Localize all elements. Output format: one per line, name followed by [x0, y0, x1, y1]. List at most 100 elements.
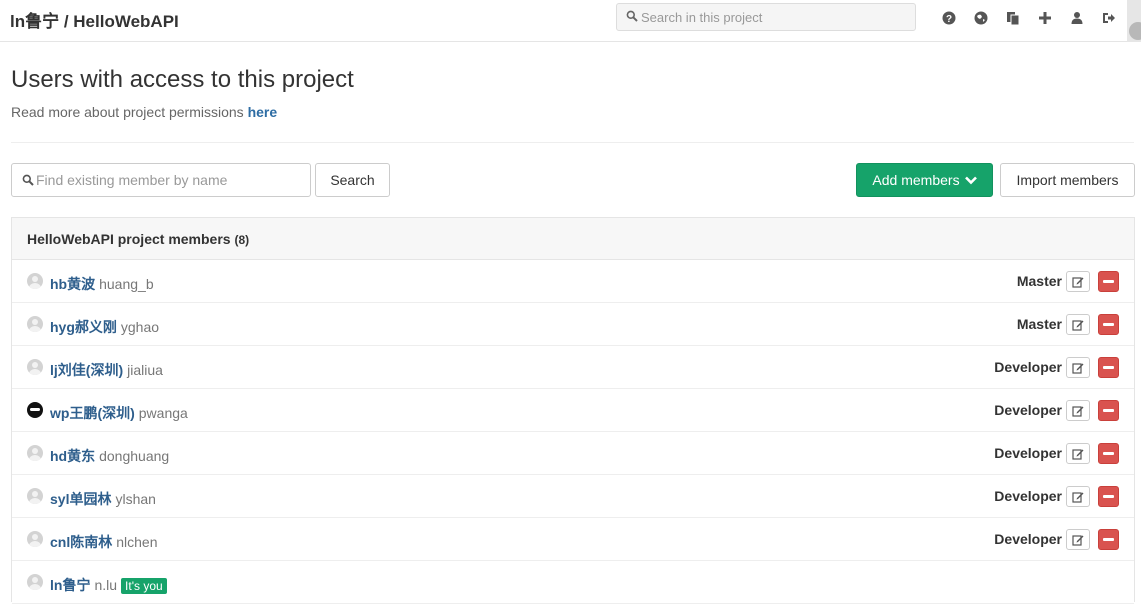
member-row: syl单园林 ylshan Developer [12, 475, 1134, 518]
remove-member-button[interactable] [1098, 400, 1119, 421]
member-role: Developer [994, 531, 1062, 547]
remove-member-button[interactable] [1098, 271, 1119, 292]
member-row: cnl陈南林 nlchen Developer [12, 518, 1134, 561]
avatar[interactable] [27, 359, 43, 375]
permissions-text: Read more about project permissions [11, 104, 244, 120]
member-filter-input[interactable] [36, 170, 306, 190]
member-name-block: ln鲁宁 n.lu It's you [50, 575, 167, 595]
snippets-icon[interactable] [997, 9, 1029, 27]
avatar[interactable] [27, 316, 43, 332]
member-username: n.lu [94, 577, 118, 593]
member-name-block: wp王鹏(深圳) pwanga [50, 403, 188, 423]
permissions-link[interactable]: here [248, 104, 278, 120]
member-username: huang_b [99, 276, 154, 292]
search-icon [22, 174, 34, 186]
member-filter-box[interactable] [11, 163, 311, 197]
minus-icon [1103, 409, 1114, 412]
remove-member-button[interactable] [1098, 314, 1119, 335]
edit-member-button[interactable] [1066, 400, 1090, 421]
search-icon [626, 10, 638, 22]
minus-icon [1103, 452, 1114, 455]
edit-member-button[interactable] [1066, 529, 1090, 550]
member-count: (8) [234, 233, 250, 247]
member-name-block: hd黄东 donghuang [50, 446, 169, 466]
member-name-block: hb黄波 huang_b [50, 274, 154, 294]
edit-member-button[interactable] [1066, 314, 1090, 335]
svg-text:?: ? [946, 14, 952, 25]
edit-icon [1072, 491, 1084, 503]
members-panel-title: HelloWebAPI project members [27, 231, 231, 247]
member-name-link[interactable]: syl单园林 [50, 491, 111, 507]
scrollbar[interactable] [1127, 0, 1141, 42]
members-panel-header: HelloWebAPI project members (8) [12, 218, 1134, 260]
edit-icon [1072, 362, 1084, 374]
edit-icon [1072, 534, 1084, 546]
member-row: wp王鹏(深圳) pwanga Developer [12, 389, 1134, 432]
member-row: hd黄东 donghuang Developer [12, 432, 1134, 475]
divider [11, 142, 1134, 143]
avatar[interactable] [27, 273, 43, 289]
member-row: ln鲁宁 n.lu It's you [12, 561, 1134, 604]
remove-member-button[interactable] [1098, 443, 1119, 464]
project-search-box[interactable] [616, 3, 916, 31]
remove-member-button[interactable] [1098, 357, 1119, 378]
minus-icon [1103, 280, 1114, 283]
member-role: Developer [994, 359, 1062, 375]
help-icon[interactable]: ? [933, 9, 965, 27]
member-name-block: cnl陈南林 nlchen [50, 532, 158, 552]
member-name-block: hyg郝义刚 yghao [50, 317, 159, 337]
minus-icon [1103, 538, 1114, 541]
its-you-badge: It's you [121, 578, 167, 594]
member-role: Developer [994, 402, 1062, 418]
edit-icon [1072, 319, 1084, 331]
edit-member-button[interactable] [1066, 357, 1090, 378]
member-name-block: lj刘佳(深圳) jialiua [50, 360, 163, 380]
member-row: lj刘佳(深圳) jialiua Developer [12, 346, 1134, 389]
member-name-link[interactable]: hd黄东 [50, 448, 95, 464]
member-name-link[interactable]: hyg郝义刚 [50, 319, 117, 335]
member-username: pwanga [138, 405, 188, 421]
member-name-link[interactable]: lj刘佳(深圳) [50, 362, 123, 378]
member-name-link[interactable]: cnl陈南林 [50, 534, 112, 550]
member-role: Developer [994, 445, 1062, 461]
project-search-input[interactable] [641, 7, 911, 27]
import-members-button[interactable]: Import members [1000, 163, 1135, 197]
member-list: hb黄波 huang_b Master hyg郝义刚 yghao Master lj刘佳(深… [12, 260, 1134, 604]
member-name-link[interactable]: ln鲁宁 [50, 577, 90, 593]
add-members-label: Add members [872, 172, 960, 188]
page-title: Users with access to this project [11, 66, 354, 93]
member-username: yghao [120, 319, 160, 335]
minus-icon [1103, 366, 1114, 369]
remove-member-button[interactable] [1098, 486, 1119, 507]
explore-icon[interactable] [965, 9, 997, 27]
search-button[interactable]: Search [315, 163, 390, 197]
minus-icon [1103, 495, 1114, 498]
avatar[interactable] [27, 488, 43, 504]
member-name-link[interactable]: hb黄波 [50, 276, 95, 292]
new-icon[interactable] [1029, 9, 1061, 27]
remove-member-button[interactable] [1098, 529, 1119, 550]
edit-member-button[interactable] [1066, 486, 1090, 507]
edit-member-button[interactable] [1066, 443, 1090, 464]
permissions-note: Read more about project permissions here [11, 104, 277, 120]
member-name-link[interactable]: wp王鹏(深圳) [50, 405, 135, 421]
member-row: hyg郝义刚 yghao Master [12, 303, 1134, 346]
avatar[interactable] [27, 574, 43, 590]
add-members-button[interactable]: Add members [856, 163, 993, 197]
avatar[interactable] [27, 402, 43, 418]
avatar[interactable] [27, 531, 43, 547]
sign-out-icon[interactable] [1093, 9, 1125, 27]
project-title[interactable]: ln鲁宁 / HelloWebAPI [10, 7, 179, 32]
edit-icon [1072, 405, 1084, 417]
member-username: nlchen [116, 534, 158, 550]
member-username: donghuang [99, 448, 170, 464]
member-role: Developer [994, 488, 1062, 504]
edit-icon [1072, 448, 1084, 460]
members-panel: HelloWebAPI project members (8) hb黄波 huan… [11, 217, 1135, 604]
avatar[interactable] [27, 445, 43, 461]
edit-icon [1072, 276, 1084, 288]
profile-icon[interactable] [1061, 9, 1093, 27]
minus-icon [1103, 323, 1114, 326]
edit-member-button[interactable] [1066, 271, 1090, 292]
member-username: jialiua [127, 362, 163, 378]
